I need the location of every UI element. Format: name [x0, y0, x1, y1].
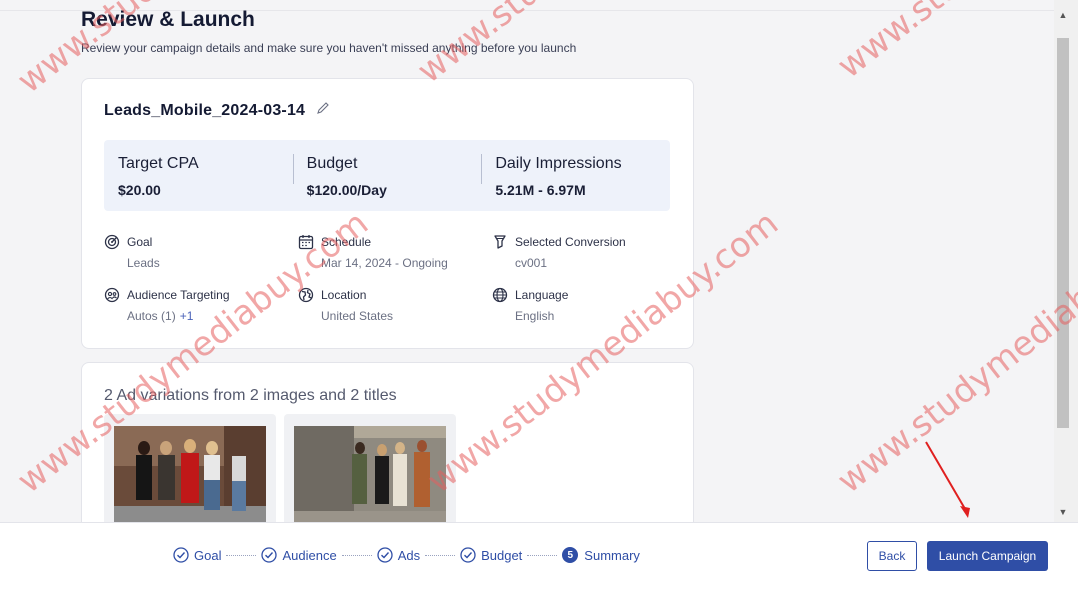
ad-variations-card: 2 Ad variations from 2 images and 2 titl… — [81, 362, 694, 522]
step-budget[interactable]: Budget — [460, 547, 522, 563]
audience-icon — [104, 287, 120, 303]
detail-value: Mar 14, 2024 - Ongoing — [321, 256, 448, 270]
scroll-up-arrow-icon[interactable]: ▲ — [1057, 10, 1069, 20]
page-title: Review & Launch — [81, 8, 255, 31]
detail-title: Schedule — [321, 235, 372, 249]
step-number-badge: 5 — [562, 547, 579, 563]
metrics-panel: Target CPA $20.00 Budget $120.00/Day Dai… — [104, 140, 670, 211]
ad-variations-title: 2 Ad variations from 2 images and 2 titl… — [104, 387, 397, 404]
pencil-icon[interactable] — [316, 101, 330, 115]
check-circle-icon — [460, 547, 476, 563]
detail-title: Audience Targeting — [127, 288, 230, 302]
step-label: Goal — [194, 547, 222, 563]
ad-image-1 — [114, 426, 266, 522]
check-circle-icon — [173, 547, 189, 563]
main-content: Review & Launch Review your campaign det… — [0, 0, 1054, 522]
detail-title: Language — [515, 288, 569, 302]
funnel-trophy-icon — [494, 235, 506, 249]
target-icon — [104, 234, 120, 250]
globe-icon — [492, 287, 508, 303]
metric-value: $20.00 — [118, 182, 161, 198]
check-circle-icon — [377, 547, 393, 563]
campaign-summary-card: Leads_Mobile_2024-03-14 Target CPA $20.0… — [81, 78, 694, 349]
ad-variation-2[interactable] — [284, 414, 456, 522]
back-button[interactable]: Back — [867, 541, 917, 571]
metric-value: $120.00/Day — [306, 182, 387, 198]
annotation-arrow-icon — [925, 441, 970, 518]
step-connector — [425, 554, 456, 556]
step-label: Summary — [584, 547, 640, 563]
metric-value: 5.21M - 6.97M — [495, 182, 586, 198]
stepper: Goal Audience Ads Budget 5 Summary — [173, 545, 640, 565]
page-subtitle: Review your campaign details and make su… — [81, 41, 577, 55]
metric-daily-impressions: Daily Impressions 5.21M - 6.97M — [481, 140, 670, 211]
launch-campaign-button[interactable]: Launch Campaign — [927, 541, 1048, 571]
metric-label: Target CPA — [118, 155, 199, 172]
step-label: Budget — [481, 547, 523, 563]
ad-image-2 — [294, 426, 446, 522]
step-ads[interactable]: Ads — [377, 547, 420, 563]
step-connector — [341, 554, 372, 556]
scrollbar-thumb[interactable] — [1057, 38, 1069, 428]
step-audience[interactable]: Audience — [261, 547, 337, 563]
step-label: Audience — [282, 547, 337, 563]
detail-title: Location — [321, 288, 367, 302]
step-connector — [527, 554, 558, 556]
detail-title: Selected Conversion — [515, 235, 626, 249]
check-circle-icon — [261, 547, 278, 563]
audience-more-link[interactable]: +1 — [180, 309, 194, 323]
detail-title: Goal — [127, 235, 153, 249]
detail-value: cv001 — [515, 256, 548, 270]
detail-value: United States — [321, 309, 394, 323]
step-goal[interactable]: Goal — [173, 547, 221, 563]
scroll-down-arrow-icon[interactable]: ▼ — [1057, 507, 1069, 517]
metric-label: Budget — [306, 155, 358, 172]
globe-location-icon — [298, 287, 314, 303]
step-summary[interactable]: 5 Summary — [562, 547, 640, 563]
detail-value: Autos (1) +1 — [127, 309, 193, 323]
footer-bar: Goal Audience Ads Budget 5 Summary Back … — [0, 522, 1078, 589]
audience-value: Autos (1) — [127, 309, 176, 323]
step-label: Ads — [397, 547, 421, 563]
step-connector — [226, 554, 257, 556]
metric-budget: Budget $120.00/Day — [292, 140, 482, 211]
metric-label: Daily Impressions — [495, 155, 622, 172]
metric-target-cpa: Target CPA $20.00 — [104, 140, 293, 211]
calendar-icon — [298, 235, 314, 250]
detail-value: Leads — [127, 256, 160, 270]
ad-variation-1[interactable] — [104, 414, 276, 522]
detail-value: English — [515, 309, 555, 323]
campaign-name: Leads_Mobile_2024-03-14 — [104, 102, 306, 119]
